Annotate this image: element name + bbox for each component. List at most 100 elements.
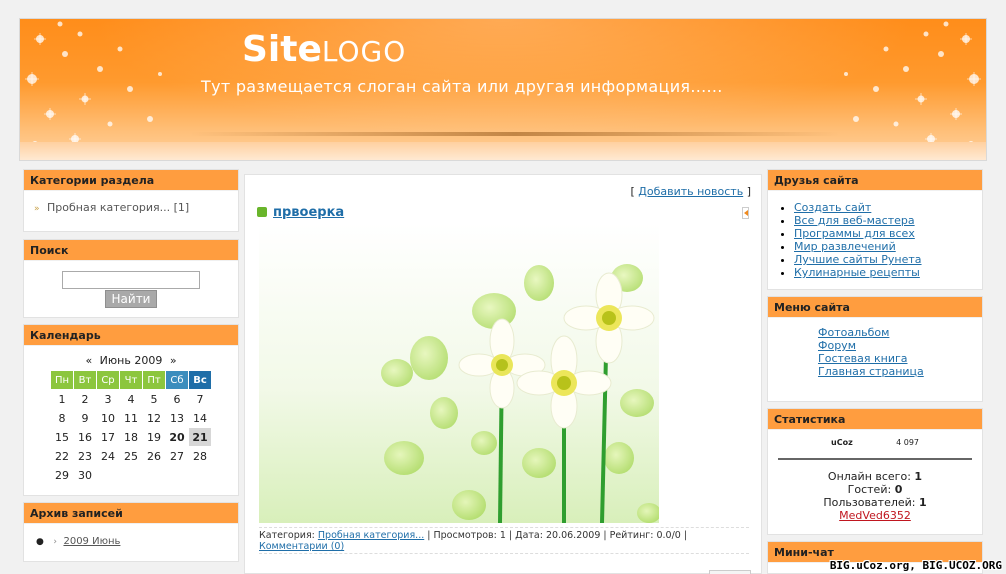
weekday-sat: Сб (166, 371, 188, 389)
friend-link[interactable]: Лучшие сайты Рунета (794, 253, 922, 266)
site-slogan: Тут размещается слоган сайта или другая … (201, 77, 723, 96)
arrow-icon: › (53, 537, 57, 547)
calendar-next-button[interactable]: » (170, 354, 177, 367)
counter-number: 4 097 (896, 438, 919, 447)
friend-link[interactable]: Создать сайт (794, 201, 871, 214)
news-meta: Категория: Пробная категория... | Просмо… (259, 527, 749, 552)
friend-link[interactable]: Программы для всех (794, 227, 915, 240)
calendar-day: 2 (81, 392, 89, 406)
friends-list: Создать сайт Все для веб-мастера Програм… (768, 191, 982, 285)
ucoz-counter[interactable]: uCoz 4 097 (831, 436, 919, 450)
stats-divider (778, 458, 972, 460)
online-value: 1 (914, 470, 923, 483)
search-input[interactable] (62, 271, 200, 289)
calendar-day: 17 (101, 430, 115, 444)
friend-link[interactable]: Кулинарные рецепты (794, 266, 920, 279)
calendar-week: 22 23 24 25 26 27 28 (51, 447, 211, 465)
categories-title: Категории раздела (24, 170, 238, 191)
category-count: [1] (173, 201, 190, 214)
category-item: » Пробная категория... [1] (24, 191, 238, 224)
list-item: Мир развлечений (794, 240, 972, 253)
menu-link-photoalbum[interactable]: Фотоальбом (818, 326, 889, 339)
add-news-link[interactable]: Добавить новость (638, 185, 743, 198)
calendar-day: 10 (101, 411, 115, 425)
calendar-week: 29 30 (51, 466, 211, 484)
arrow-icon: » (34, 204, 40, 214)
entry-menu-icon[interactable] (742, 207, 749, 219)
calendar-day: 14 (193, 411, 207, 425)
archive-link[interactable]: 2009 Июнь (63, 536, 120, 547)
user-link[interactable]: MedVed6352 (839, 509, 911, 522)
calendar-block: Календарь « Июнь 2009 » Пн Вт Ср Чт Пт С… (23, 324, 239, 496)
flower-pattern-right (844, 21, 981, 151)
weekday-thu: Чт (120, 371, 142, 389)
weekday-wed: Ср (97, 371, 119, 389)
bracket-open: [ (630, 185, 635, 198)
calendar-week: 1 2 3 4 5 6 7 (51, 390, 211, 408)
news-entry-title[interactable]: првоерка (257, 205, 344, 220)
watermark-text: BIG.uCoz.org, BIG.UCOZ.ORG (829, 559, 1002, 572)
online-user: MedVed6352 (768, 509, 982, 522)
calendar-day: 28 (193, 449, 207, 463)
menu-link-guestbook[interactable]: Гостевая книга (818, 352, 908, 365)
menu-link-home[interactable]: Главная страница (818, 365, 924, 378)
add-news: [ Добавить новость ] (630, 185, 751, 198)
calendar-day: 18 (124, 430, 138, 444)
site-logo[interactable]: SiteLOGO (242, 29, 406, 70)
calendar-day: 11 (124, 411, 138, 425)
pagination-button[interactable] (709, 570, 751, 574)
guests-value: 0 (894, 483, 903, 496)
search-button[interactable]: Найти (104, 290, 158, 308)
search-block: Поиск Найти (23, 239, 239, 318)
comments-link[interactable]: Комментарии (0) (259, 541, 344, 552)
meta-details: | Просмотров: 1 | Дата: 20.06.2009 | Рей… (424, 530, 688, 541)
calendar-day: 27 (170, 449, 184, 463)
category-link[interactable]: Пробная категория... (47, 201, 170, 214)
stats-block: Статистика uCoz 4 097 Онлайн всего: 1 Го… (767, 408, 983, 535)
menu-link-forum[interactable]: Форум (818, 339, 856, 352)
calendar-weekday-row: Пн Вт Ср Чт Пт Сб Вс (51, 371, 211, 389)
calendar-day: 29 (55, 468, 69, 482)
calendar-day: 30 (78, 468, 92, 482)
online-label: Онлайн всего: (827, 470, 911, 483)
calendar-day: 19 (147, 430, 161, 444)
calendar-prev-button[interactable]: « (85, 354, 92, 367)
weekday-mon: Пн (51, 371, 73, 389)
users-label: Пользователей: (823, 496, 916, 509)
calendar-day: 25 (124, 449, 138, 463)
meta-category-link[interactable]: Пробная категория... (318, 530, 424, 541)
categories-block: Категории раздела » Пробная категория...… (23, 169, 239, 232)
archive-item: ● › 2009 Июнь (24, 524, 238, 557)
list-bullet-icon: ● (36, 537, 44, 547)
weekday-sun: Вс (189, 371, 211, 389)
stats-title: Статистика (768, 409, 982, 430)
calendar-day (120, 466, 142, 484)
friend-link[interactable]: Мир развлечений (794, 240, 896, 253)
list-item: Кулинарные рецепты (794, 266, 972, 279)
list-item: Форум (818, 339, 982, 352)
list-item: Лучшие сайты Рунета (794, 253, 972, 266)
list-item: Гостевая книга (818, 352, 982, 365)
menu-list: Фотоальбом Форум Гостевая книга Главная … (768, 318, 982, 384)
news-image-daffodils[interactable] (259, 223, 659, 523)
calendar-table: Пн Вт Ср Чт Пт Сб Вс 1 2 3 4 5 6 7 8 9 1… (50, 370, 212, 485)
calendar-day: 6 (173, 392, 181, 406)
calendar-day (189, 466, 211, 484)
main-content: [ Добавить новость ] првоерка Категория:… (244, 174, 762, 574)
calendar-day: 22 (55, 449, 69, 463)
calendar-day-today: 21 (189, 428, 211, 446)
calendar-day: 24 (101, 449, 115, 463)
calendar-day: 5 (150, 392, 158, 406)
calendar-day: 23 (78, 449, 92, 463)
calendar-day-with-posts[interactable]: 20 (166, 428, 188, 446)
calendar-week: 8 9 10 11 12 13 14 (51, 409, 211, 427)
bracket-close: ] (746, 185, 751, 198)
calendar-day: 8 (58, 411, 66, 425)
flower-pattern-left (25, 21, 162, 151)
calendar-day: 3 (104, 392, 112, 406)
menu-block: Меню сайта Фотоальбом Форум Гостевая кни… (767, 296, 983, 402)
calendar-day (166, 466, 188, 484)
list-item: Все для веб-мастера (794, 214, 972, 227)
calendar-day: 15 (55, 430, 69, 444)
friend-link[interactable]: Все для веб-мастера (794, 214, 915, 227)
